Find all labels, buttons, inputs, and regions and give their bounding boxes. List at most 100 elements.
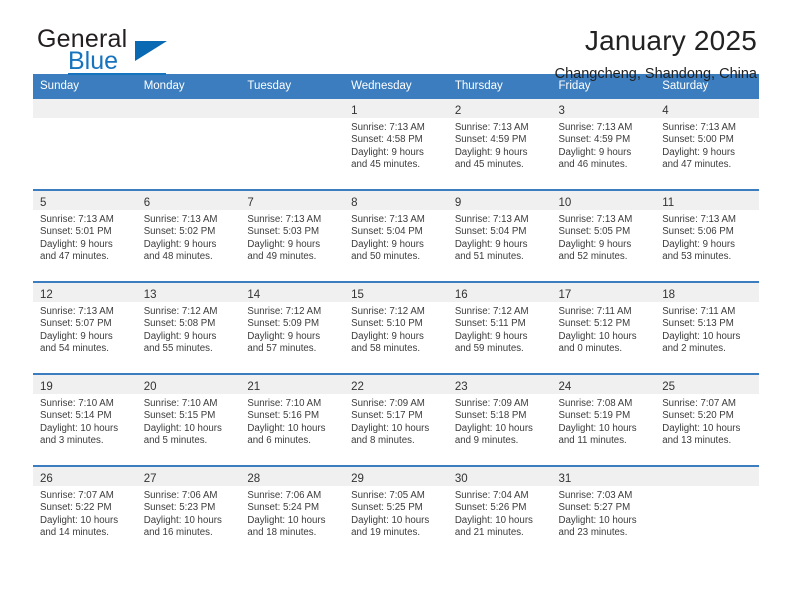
daylight-text-cont: and 21 minutes. [454, 527, 524, 539]
calendar-day-cell[interactable]: 20 Sunrise: 7:10 AM Sunset: 5:15 PM Dayligh… [136, 373, 241, 466]
sunrise-text: Sunrise: 7:12 AM [454, 306, 529, 317]
day-number: 4 [662, 105, 669, 117]
daylight-text: Daylight: 10 hours [558, 514, 637, 526]
calendar-day-cell[interactable]: 5 Sunrise: 7:13 AM Sunset: 5:01 PM Daylight… [33, 189, 137, 282]
calendar-day-cell[interactable]: 30 Sunrise: 7:04 AM Sunset: 5:26 PM Dayligh… [447, 465, 552, 557]
day-details: Sunrise: 7:07 AM Sunset: 5:20 PM Daylight:… [655, 394, 759, 448]
calendar-day-cell[interactable]: 19 Sunrise: 7:10 AM Sunset: 5:14 PM Dayligh… [33, 373, 137, 466]
calendar-day-cell[interactable]: 3 Sunrise: 7:13 AM Sunset: 4:59 PM Daylight… [551, 99, 656, 190]
daylight-text: Daylight: 9 hours [454, 330, 528, 342]
daylight-text: Daylight: 9 hours [247, 238, 321, 250]
calendar-day-cell[interactable]: 2 Sunrise: 7:13 AM Sunset: 4:59 PM Daylight… [447, 99, 552, 190]
day-number: 10 [558, 197, 572, 209]
day-number-band: 26 [33, 467, 137, 486]
sunset-text: Sunset: 5:22 PM [40, 502, 112, 514]
calendar-day-cell[interactable]: 29 Sunrise: 7:05 AM Sunset: 5:25 PM Dayligh… [344, 465, 448, 557]
calendar-day-cell[interactable]: 8 Sunrise: 7:13 AM Sunset: 5:04 PM Daylight… [344, 189, 448, 282]
calendar-day-cell[interactable]: 27 Sunrise: 7:06 AM Sunset: 5:23 PM Dayligh… [136, 465, 241, 557]
daylight-text: Daylight: 9 hours [454, 238, 528, 250]
sunset-text: Sunset: 5:10 PM [351, 318, 423, 330]
calendar-day-cell[interactable]: 15 Sunrise: 7:12 AM Sunset: 5:10 PM Dayligh… [344, 281, 448, 374]
day-number: 29 [351, 473, 364, 485]
calendar-day-cell[interactable]: 13 Sunrise: 7:12 AM Sunset: 5:08 PM Dayligh… [136, 281, 241, 374]
calendar-day-cell[interactable]: 24 Sunrise: 7:08 AM Sunset: 5:19 PM Dayligh… [551, 373, 656, 466]
calendar-day-cell[interactable]: 25 Sunrise: 7:07 AM Sunset: 5:20 PM Dayligh… [655, 373, 759, 466]
calendar-day-cell[interactable]: 16 Sunrise: 7:12 AM Sunset: 5:11 PM Dayligh… [447, 281, 552, 374]
daylight-text: Daylight: 9 hours [351, 146, 424, 158]
daylight-text-cont: and 49 minutes. [247, 251, 317, 263]
calendar-day-cell[interactable]: 22 Sunrise: 7:09 AM Sunset: 5:17 PM Dayligh… [344, 373, 448, 466]
calendar-day-cell[interactable]: 9 Sunrise: 7:13 AM Sunset: 5:04 PM Daylight… [447, 189, 552, 282]
calendar-cell-empty[interactable] [240, 99, 345, 190]
day-details: Sunrise: 7:10 AM Sunset: 5:15 PM Daylight:… [137, 394, 241, 448]
calendar-table: Sunday Monday Tuesday Wednesday Thursday… [33, 74, 759, 557]
calendar-day-cell[interactable]: 10 Sunrise: 7:13 AM Sunset: 5:05 PM Dayligh… [551, 189, 656, 282]
daylight-text-cont: and 48 minutes. [143, 251, 213, 263]
daylight-text: Daylight: 10 hours [351, 514, 430, 526]
day-number-band: 12 [33, 283, 137, 302]
sunrise-text: Sunrise: 7:11 AM [662, 306, 736, 317]
sunrise-text: Sunrise: 7:04 AM [454, 490, 529, 501]
day-number: 24 [558, 381, 572, 393]
day-number-band: 21 [240, 375, 345, 394]
day-number-band: 24 [551, 375, 656, 394]
day-details: Sunrise: 7:06 AM Sunset: 5:24 PM Daylight:… [240, 486, 344, 540]
calendar-day-cell[interactable]: 26 Sunrise: 7:07 AM Sunset: 5:22 PM Dayligh… [33, 465, 137, 557]
calendar-day-cell[interactable]: 23 Sunrise: 7:09 AM Sunset: 5:18 PM Dayligh… [447, 373, 552, 466]
day-number: 21 [247, 381, 261, 393]
sunset-text: Sunset: 4:59 PM [558, 134, 631, 146]
day-details: Sunrise: 7:08 AM Sunset: 5:19 PM Daylight:… [552, 394, 656, 448]
day-number: 12 [40, 289, 53, 301]
calendar-body: 1 Sunrise: 7:13 AM Sunset: 4:58 PM Daylight… [33, 99, 759, 557]
calendar-day-cell[interactable]: 18 Sunrise: 7:11 AM Sunset: 5:13 PM Dayligh… [655, 281, 759, 374]
daylight-text: Daylight: 9 hours [143, 330, 217, 342]
day-details: Sunrise: 7:13 AM Sunset: 5:04 PM Daylight:… [448, 210, 552, 264]
daylight-text: Daylight: 10 hours [662, 330, 741, 342]
calendar-day-cell[interactable]: 31 Sunrise: 7:03 AM Sunset: 5:27 PM Dayligh… [551, 465, 656, 557]
daylight-text: Daylight: 9 hours [143, 238, 217, 250]
day-number: 18 [662, 289, 676, 301]
day-number-band: 8 [344, 191, 448, 210]
sunrise-text: Sunrise: 7:09 AM [454, 398, 529, 409]
sunrise-text: Sunrise: 7:08 AM [558, 398, 633, 409]
calendar-day-cell[interactable]: 7 Sunrise: 7:13 AM Sunset: 5:03 PM Daylight… [240, 189, 345, 282]
sunset-text: Sunset: 5:03 PM [247, 226, 320, 238]
calendar-day-cell[interactable]: 12 Sunrise: 7:13 AM Sunset: 5:07 PM Dayligh… [33, 281, 137, 374]
daylight-text-cont: and 57 minutes. [247, 343, 317, 355]
general-blue-logo[interactable]: General Blue [37, 26, 237, 78]
sunset-text: Sunset: 5:15 PM [143, 410, 216, 422]
day-number-band: 10 [551, 191, 656, 210]
daylight-text-cont: and 16 minutes. [143, 527, 213, 539]
day-number: 8 [351, 197, 358, 209]
sunrise-text: Sunrise: 7:12 AM [247, 306, 322, 317]
day-details: Sunrise: 7:03 AM Sunset: 5:27 PM Daylight:… [552, 486, 656, 540]
sunrise-text: Sunrise: 7:07 AM [662, 398, 736, 409]
daylight-text-cont: and 5 minutes. [143, 435, 208, 447]
calendar-day-cell[interactable]: 4 Sunrise: 7:13 AM Sunset: 5:00 PM Daylight… [655, 99, 759, 190]
sunset-text: Sunset: 5:18 PM [454, 410, 527, 422]
sunrise-text: Sunrise: 7:13 AM [662, 214, 736, 225]
sunset-text: Sunset: 5:17 PM [351, 410, 423, 422]
calendar-cell-empty[interactable] [33, 99, 137, 190]
sunset-text: Sunset: 5:07 PM [40, 318, 112, 330]
calendar-day-cell[interactable]: 6 Sunrise: 7:13 AM Sunset: 5:02 PM Daylight… [136, 189, 241, 282]
sunset-text: Sunset: 5:11 PM [454, 318, 526, 330]
sunrise-text: Sunrise: 7:13 AM [558, 214, 633, 225]
day-details: Sunrise: 7:06 AM Sunset: 5:23 PM Daylight:… [137, 486, 241, 540]
day-number: 25 [662, 381, 676, 393]
calendar-day-cell[interactable]: 28 Sunrise: 7:06 AM Sunset: 5:24 PM Dayligh… [240, 465, 345, 557]
calendar-day-cell[interactable]: 17 Sunrise: 7:11 AM Sunset: 5:12 PM Dayligh… [551, 281, 656, 374]
calendar-day-cell[interactable]: 1 Sunrise: 7:13 AM Sunset: 4:58 PM Daylight… [344, 99, 448, 190]
calendar-cell-empty[interactable] [136, 99, 241, 190]
day-number: 11 [662, 197, 675, 209]
daylight-text: Daylight: 10 hours [247, 514, 326, 526]
sunrise-text: Sunrise: 7:13 AM [454, 122, 529, 133]
sunrise-text: Sunrise: 7:13 AM [247, 214, 322, 225]
daylight-text-cont: and 59 minutes. [454, 343, 524, 355]
sunrise-text: Sunrise: 7:12 AM [351, 306, 425, 317]
calendar-day-cell[interactable]: 21 Sunrise: 7:10 AM Sunset: 5:16 PM Dayligh… [240, 373, 345, 466]
day-details: Sunrise: 7:13 AM Sunset: 5:00 PM Daylight:… [655, 118, 759, 172]
calendar-day-cell[interactable]: 11 Sunrise: 7:13 AM Sunset: 5:06 PM Dayligh… [655, 189, 759, 282]
calendar-day-cell[interactable]: 14 Sunrise: 7:12 AM Sunset: 5:09 PM Dayligh… [240, 281, 345, 374]
calendar-cell-empty[interactable] [655, 465, 759, 557]
